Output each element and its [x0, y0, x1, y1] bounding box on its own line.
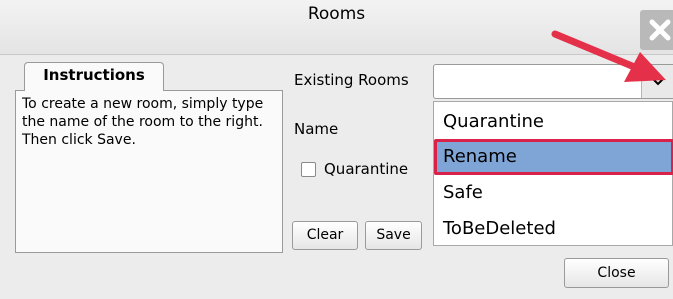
window-title: Rooms: [307, 4, 366, 24]
dropdown-toggle-button[interactable]: [641, 65, 673, 98]
quarantine-checkbox[interactable]: [301, 162, 316, 177]
existing-rooms-select[interactable]: [433, 64, 673, 99]
clear-button[interactable]: Clear: [292, 221, 358, 250]
rooms-dropdown-list: Quarantine Rename Safe ToBeDeleted: [433, 101, 673, 246]
dropdown-option-rename[interactable]: Rename: [434, 139, 673, 175]
dropdown-option-tobedeleted[interactable]: ToBeDeleted: [434, 211, 673, 247]
chevron-down-icon: [652, 78, 664, 86]
rooms-dialog: Rooms Instructions To create a new room,…: [0, 0, 673, 299]
save-button[interactable]: Save: [365, 221, 422, 250]
quarantine-label: Quarantine: [324, 160, 409, 178]
instructions-text: To create a new room, simply type the na…: [22, 96, 264, 148]
dropdown-option-quarantine[interactable]: Quarantine: [434, 104, 673, 140]
instructions-panel: To create a new room, simply type the na…: [15, 90, 283, 253]
close-x-icon[interactable]: [640, 10, 673, 50]
close-button[interactable]: Close: [564, 258, 669, 288]
title-bar: Rooms: [0, 0, 673, 55]
name-label: Name: [294, 120, 339, 138]
dropdown-option-safe[interactable]: Safe: [434, 175, 673, 211]
close-x-glyph: [649, 19, 671, 41]
existing-rooms-label: Existing Rooms: [294, 71, 409, 89]
tab-instructions[interactable]: Instructions: [24, 62, 164, 91]
